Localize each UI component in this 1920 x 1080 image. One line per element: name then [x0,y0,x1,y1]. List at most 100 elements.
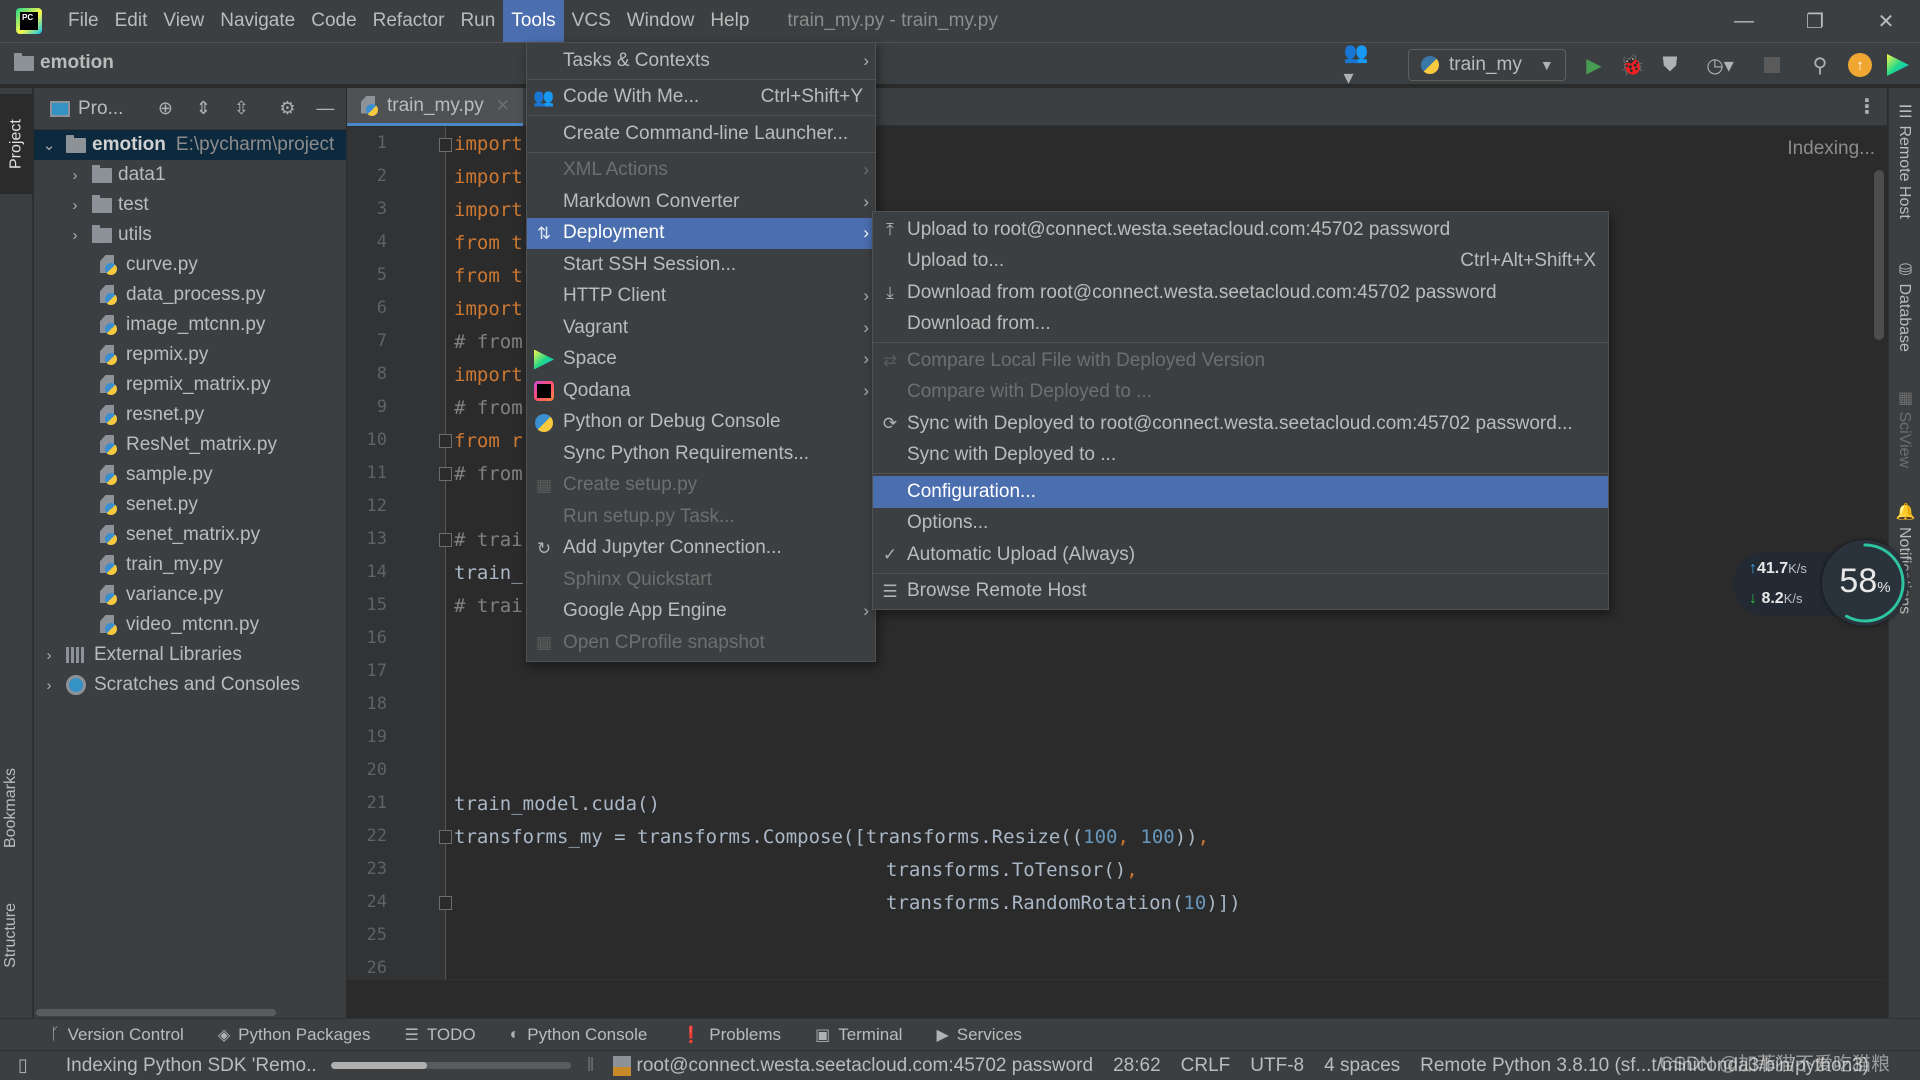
tool-tab-problems[interactable]: ❗ Problems [681,1025,781,1045]
tree-root-emotion[interactable]: ⌄ emotion E:\pycharm\project [34,130,346,160]
fold-marker-icon[interactable] [439,830,452,844]
structure-tool-tab[interactable]: Structure [2,903,20,968]
more-options-icon[interactable]: ⋮ [1857,94,1877,119]
collapse-all-icon[interactable]: ⇳ [229,97,253,121]
indent-setting[interactable]: 4 spaces [1324,1055,1400,1077]
profile-icon[interactable]: ◷▾ [1698,53,1742,77]
menu-run[interactable]: Run [452,0,503,42]
fold-marker-icon[interactable] [439,467,452,481]
menu-item-add-jupyter-connection[interactable]: ↻ Add Jupyter Connection... [527,533,875,565]
menu-item-deployment[interactable]: ⇅ Deployment › [527,217,875,249]
tree-folder[interactable]: › test [34,190,346,220]
expand-all-icon[interactable]: ⇕ [191,97,215,121]
menu-item-start-ssh-session[interactable]: Start SSH Session... [527,249,875,281]
menu-item-http-client[interactable]: HTTP Client › [527,281,875,313]
tree-file[interactable]: senet_matrix.py [34,520,346,550]
menu-code[interactable]: Code [303,0,364,42]
tree-file[interactable]: repmix_matrix.py [34,370,346,400]
bookmarks-tool-tab[interactable]: Bookmarks [2,768,20,848]
tree-file[interactable]: video_mtcnn.py [34,610,346,640]
menu-window[interactable]: Window [619,0,703,42]
search-icon[interactable]: ⚲ [1808,53,1832,77]
fold-marker-icon[interactable] [439,434,452,448]
pause-indexing-icon[interactable]: ‖ [587,1055,595,1077]
caret-position[interactable]: 28:62 [1113,1055,1161,1077]
tree-file[interactable]: train_my.py [34,550,346,580]
menu-item-upload-to-default[interactable]: ⤒ Upload to root@connect.westa.seetacloud… [873,214,1608,246]
tool-tab-python-packages[interactable]: ◈ Python Packages [218,1025,371,1045]
menu-item-tasks-contexts[interactable]: Tasks & Contexts › [527,45,875,77]
breadcrumb[interactable]: emotion [14,52,114,74]
database-tool-tab[interactable]: ⛁ Database [1895,260,1914,352]
menu-tools[interactable]: Tools [503,0,564,42]
restore-button[interactable]: ❐ [1787,0,1843,42]
menu-item-google-app-engine[interactable]: Google App Engine › [527,596,875,628]
sciview-tool-tab[interactable]: ▦ SciView [1895,388,1914,468]
stop-icon[interactable] [1760,53,1784,77]
menu-item-space[interactable]: Space › [527,344,875,376]
tree-folder[interactable]: › utils [34,220,346,250]
tree-external-libraries[interactable]: › External Libraries [34,640,346,670]
tree-file[interactable]: senet.py [34,490,346,520]
tool-tab-todo[interactable]: ☰ TODO [404,1025,475,1045]
close-tab-icon[interactable]: ✕ [496,96,510,116]
menu-refactor[interactable]: Refactor [365,0,453,42]
tree-scratches[interactable]: › Scratches and Consoles [34,670,346,700]
menu-item-create-launcher[interactable]: Create Command-line Launcher... [527,118,875,150]
tree-file[interactable]: curve.py [34,250,346,280]
tree-file[interactable]: image_mtcnn.py [34,310,346,340]
chevron-right-icon[interactable]: › [68,167,82,184]
breadcrumb-project[interactable]: emotion [40,52,114,74]
chevron-right-icon[interactable]: › [42,647,56,664]
menu-item-browse-remote-host[interactable]: ☰ Browse Remote Host [873,576,1608,608]
editor-vertical-scrollbar[interactable] [1874,170,1884,340]
menu-item-vagrant[interactable]: Vagrant › [527,312,875,344]
menu-item-sync-with-deployed[interactable]: Sync with Deployed to ... [873,440,1608,472]
close-window-button[interactable]: ✕ [1858,0,1914,42]
code-with-me-icon[interactable]: 👥▾ [1344,42,1369,89]
menu-item-sync-requirements[interactable]: Sync Python Requirements... [527,438,875,470]
tool-tab-terminal[interactable]: ▣ Terminal [815,1025,902,1045]
menu-file[interactable]: File [60,0,107,42]
menu-item-options[interactable]: Options... [873,508,1608,540]
menu-navigate[interactable]: Navigate [212,0,303,42]
menu-item-markdown-converter[interactable]: Markdown Converter › [527,186,875,218]
menu-item-upload-to[interactable]: Upload to... Ctrl+Alt+Shift+X [873,246,1608,278]
memory-usage-gauge[interactable]: 58% [1822,540,1908,626]
debug-icon[interactable]: 🐞 [1620,53,1645,77]
tool-tab-services[interactable]: ▶ Services [936,1025,1022,1045]
menu-help[interactable]: Help [702,0,757,42]
hide-panel-icon[interactable]: — [313,97,337,121]
locate-file-icon[interactable]: ⊕ [153,97,177,121]
minimize-button[interactable]: — [1716,0,1772,42]
file-encoding[interactable]: UTF-8 [1250,1055,1304,1077]
chevron-right-icon[interactable]: › [68,227,82,244]
tool-tab-python-console[interactable]: ◐ Python Console [510,1025,648,1045]
indexing-status[interactable]: Indexing Python SDK 'Remo.. [66,1055,317,1077]
update-icon[interactable]: ↑ [1848,53,1872,77]
project-view-selector[interactable]: Pro... [50,98,123,120]
fold-marker-icon[interactable] [439,896,452,910]
chevron-right-icon[interactable]: › [42,677,56,694]
tab-train-my-py[interactable]: train_my.py ✕ [347,88,523,126]
remote-connection[interactable]: root@connect.westa.seetacloud.com:45702 … [637,1055,1094,1077]
run-configuration-selector[interactable]: train_my ▼ [1408,49,1566,81]
toggle-tool-windows-icon[interactable]: ▯ [18,1055,28,1076]
menu-item-configuration[interactable]: Configuration... [873,476,1608,508]
coverage-icon[interactable]: ⛊ [1658,53,1682,77]
tool-tab-version-control[interactable]: ᚴ Version Control [50,1025,184,1045]
chevron-right-icon[interactable]: › [68,197,82,214]
chevron-down-icon[interactable]: ⌄ [42,136,56,154]
remote-host-tool-tab[interactable]: ☰ Remote Host [1895,102,1914,219]
menu-view[interactable]: View [155,0,212,42]
menu-edit[interactable]: Edit [107,0,156,42]
project-horizontal-scrollbar[interactable] [34,1006,346,1018]
menu-item-automatic-upload[interactable]: ✓ Automatic Upload (Always) [873,539,1608,571]
tree-file[interactable]: sample.py [34,460,346,490]
tree-file[interactable]: resnet.py [34,400,346,430]
line-separator[interactable]: CRLF [1181,1055,1231,1077]
menu-vcs[interactable]: VCS [564,0,619,42]
run-icon[interactable]: ▶ [1582,53,1606,77]
project-tool-tab[interactable]: Project [0,94,33,194]
menu-item-download-from[interactable]: Download from... [873,309,1608,341]
